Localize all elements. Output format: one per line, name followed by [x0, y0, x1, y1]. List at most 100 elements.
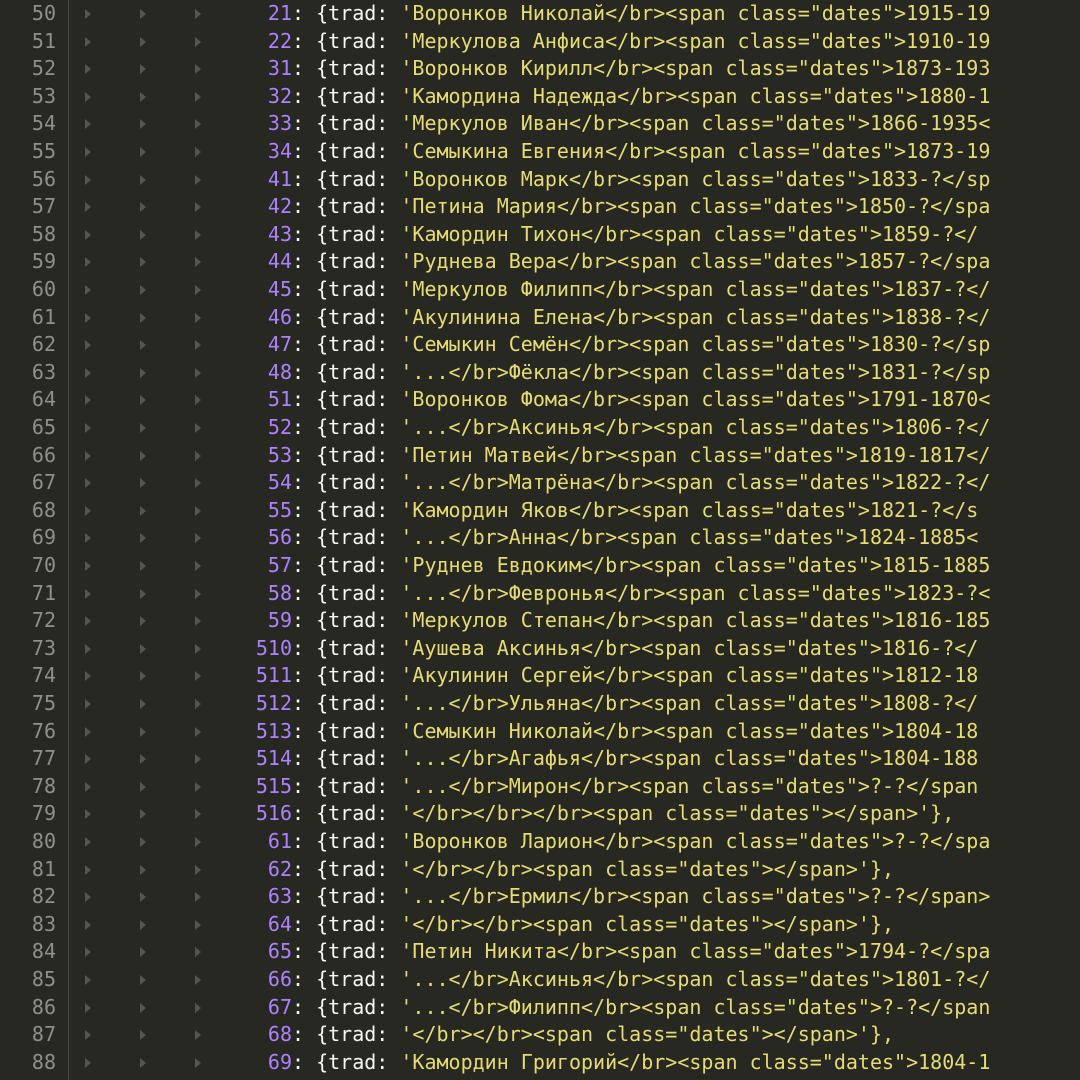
- code-text[interactable]: 512: {trad: '...</br>Ульяна</br><span cl…: [256, 690, 978, 718]
- fold-arrow-icon[interactable]: [195, 36, 201, 47]
- code-line[interactable]: 55: {trad: 'Камордин Яков</br><span clas…: [69, 497, 1080, 525]
- code-text[interactable]: 58: {trad: '...</br>Февронья</br><span c…: [268, 580, 990, 608]
- fold-arrow-icon[interactable]: [85, 726, 91, 737]
- fold-arrow-icon[interactable]: [195, 9, 201, 19]
- fold-arrow-icon[interactable]: [140, 1002, 146, 1013]
- fold-arrow-icon[interactable]: [140, 671, 146, 682]
- fold-arrow-icon[interactable]: [85, 588, 91, 599]
- code-line[interactable]: 65: {trad: 'Петин Никита</br><span class…: [69, 938, 1080, 966]
- fold-arrow-icon[interactable]: [85, 975, 91, 985]
- code-line[interactable]: 68: {trad: '</br></br><span class="dates…: [69, 1021, 1080, 1049]
- fold-arrow-icon[interactable]: [140, 450, 146, 461]
- code-line[interactable]: 512: {trad: '...</br>Ульяна</br><span cl…: [69, 690, 1080, 718]
- fold-arrow-icon[interactable]: [195, 699, 201, 709]
- code-line[interactable]: 516: {trad: '</br></br></br><span class=…: [69, 800, 1080, 828]
- fold-arrow-icon[interactable]: [195, 91, 201, 102]
- code-line[interactable]: 33: {trad: 'Меркулов Иван</br><span clas…: [69, 110, 1080, 138]
- fold-arrow-icon[interactable]: [85, 202, 91, 213]
- fold-arrow-icon[interactable]: [195, 616, 201, 627]
- code-text[interactable]: 510: {trad: 'Аушева Аксинья</br><span cl…: [256, 635, 978, 663]
- code-area[interactable]: 21: {trad: 'Воронков Николай</br><span c…: [69, 0, 1080, 1080]
- code-line[interactable]: 63: {trad: '...</br>Ермил</br><span clas…: [69, 883, 1080, 911]
- code-text[interactable]: 67: {trad: '...</br>Филипп</br><span cla…: [268, 994, 990, 1022]
- code-line[interactable]: 41: {trad: 'Воронков Марк</br><span clas…: [69, 166, 1080, 194]
- code-editor[interactable]: 50 51 52 53 54 55 56 57 58 59 60 61 62 63 64 65 66 67 68 69…: [0, 0, 1080, 1080]
- fold-arrow-icon[interactable]: [140, 643, 146, 654]
- fold-arrow-icon[interactable]: [85, 505, 91, 516]
- code-text[interactable]: 516: {trad: '</br></br></br><span class=…: [256, 800, 954, 828]
- code-line[interactable]: 31: {trad: 'Воронков Кирилл</br><span cl…: [69, 55, 1080, 83]
- fold-arrow-icon[interactable]: [195, 423, 201, 433]
- fold-arrow-icon[interactable]: [85, 919, 91, 930]
- code-line[interactable]: 21: {trad: 'Воронков Николай</br><span c…: [69, 0, 1080, 28]
- fold-arrow-icon[interactable]: [140, 312, 146, 323]
- fold-arrow-icon[interactable]: [140, 91, 146, 102]
- fold-arrow-icon[interactable]: [85, 36, 91, 47]
- code-line[interactable]: 54: {trad: '...</br>Матрёна</br><span cl…: [69, 469, 1080, 497]
- code-line[interactable]: 510: {trad: 'Аушева Аксинья</br><span cl…: [69, 635, 1080, 663]
- code-text[interactable]: 65: {trad: 'Петин Никита</br><span class…: [268, 938, 990, 966]
- fold-arrow-icon[interactable]: [195, 1030, 201, 1041]
- fold-arrow-icon[interactable]: [195, 64, 201, 75]
- fold-arrow-icon[interactable]: [140, 947, 146, 958]
- fold-arrow-icon[interactable]: [195, 202, 201, 213]
- fold-arrow-icon[interactable]: [195, 285, 201, 295]
- fold-arrow-icon[interactable]: [85, 1057, 91, 1068]
- fold-arrow-icon[interactable]: [140, 119, 146, 130]
- fold-arrow-icon[interactable]: [140, 809, 146, 820]
- fold-arrow-icon[interactable]: [85, 533, 91, 544]
- fold-arrow-icon[interactable]: [195, 837, 201, 847]
- fold-arrow-icon[interactable]: [195, 1057, 201, 1068]
- code-text[interactable]: 45: {trad: 'Меркулов Филипп</br><span cl…: [268, 276, 990, 304]
- fold-arrow-icon[interactable]: [140, 533, 146, 544]
- fold-arrow-icon[interactable]: [195, 809, 201, 820]
- fold-arrow-icon[interactable]: [195, 947, 201, 958]
- code-text[interactable]: 41: {trad: 'Воронков Марк</br><span clas…: [268, 166, 990, 194]
- fold-arrow-icon[interactable]: [140, 478, 146, 489]
- fold-arrow-icon[interactable]: [140, 9, 146, 19]
- fold-arrow-icon[interactable]: [140, 754, 146, 765]
- fold-arrow-icon[interactable]: [85, 781, 91, 792]
- fold-arrow-icon[interactable]: [85, 229, 91, 240]
- code-line[interactable]: 69: {trad: 'Камордин Григорий</br><span …: [69, 1049, 1080, 1077]
- fold-arrow-icon[interactable]: [85, 91, 91, 102]
- code-line[interactable]: 51: {trad: 'Воронков Фома</br><span clas…: [69, 386, 1080, 414]
- code-line[interactable]: 44: {trad: 'Руднева Вера</br><span class…: [69, 248, 1080, 276]
- code-text[interactable]: 44: {trad: 'Руднева Вера</br><span class…: [268, 248, 990, 276]
- code-text[interactable]: 54: {trad: '...</br>Матрёна</br><span cl…: [268, 469, 990, 497]
- fold-arrow-icon[interactable]: [85, 423, 91, 433]
- code-line[interactable]: 61: {trad: 'Воронков Ларион</br><span cl…: [69, 828, 1080, 856]
- fold-arrow-icon[interactable]: [195, 726, 201, 737]
- code-text[interactable]: 42: {trad: 'Петина Мария</br><span class…: [268, 193, 990, 221]
- fold-arrow-icon[interactable]: [85, 312, 91, 323]
- code-line[interactable]: 58: {trad: '...</br>Февронья</br><span c…: [69, 580, 1080, 608]
- fold-arrow-icon[interactable]: [140, 423, 146, 433]
- fold-arrow-icon[interactable]: [195, 919, 201, 930]
- fold-arrow-icon[interactable]: [140, 1030, 146, 1041]
- code-line[interactable]: 53: {trad: 'Петин Матвей</br><span class…: [69, 442, 1080, 470]
- fold-arrow-icon[interactable]: [195, 229, 201, 240]
- fold-arrow-icon[interactable]: [195, 643, 201, 654]
- fold-arrow-icon[interactable]: [85, 754, 91, 765]
- code-text[interactable]: 43: {trad: 'Камордин Тихон</br><span cla…: [268, 221, 978, 249]
- fold-arrow-icon[interactable]: [85, 616, 91, 627]
- code-line[interactable]: 43: {trad: 'Камордин Тихон</br><span cla…: [69, 221, 1080, 249]
- code-text[interactable]: 57: {trad: 'Руднев Евдоким</br><span cla…: [268, 552, 990, 580]
- fold-arrow-icon[interactable]: [195, 975, 201, 985]
- code-text[interactable]: 61: {trad: 'Воронков Ларион</br><span cl…: [268, 828, 990, 856]
- code-line[interactable]: 515: {trad: '...</br>Мирон</br><span cla…: [69, 773, 1080, 801]
- code-text[interactable]: 55: {trad: 'Камордин Яков</br><span clas…: [268, 497, 978, 525]
- fold-arrow-icon[interactable]: [140, 174, 146, 185]
- fold-arrow-icon[interactable]: [140, 1057, 146, 1068]
- fold-arrow-icon[interactable]: [140, 699, 146, 709]
- fold-arrow-icon[interactable]: [140, 837, 146, 847]
- fold-arrow-icon[interactable]: [85, 809, 91, 820]
- code-line[interactable]: 511: {trad: 'Акулинин Сергей</br><span c…: [69, 662, 1080, 690]
- code-text[interactable]: 64: {trad: '</br></br><span class="dates…: [268, 911, 894, 939]
- code-text[interactable]: 63: {trad: '...</br>Ермил</br><span clas…: [268, 883, 990, 911]
- fold-arrow-icon[interactable]: [140, 561, 146, 571]
- fold-arrow-icon[interactable]: [85, 947, 91, 958]
- fold-arrow-icon[interactable]: [195, 147, 201, 157]
- fold-arrow-icon[interactable]: [140, 892, 146, 903]
- fold-arrow-icon[interactable]: [140, 781, 146, 792]
